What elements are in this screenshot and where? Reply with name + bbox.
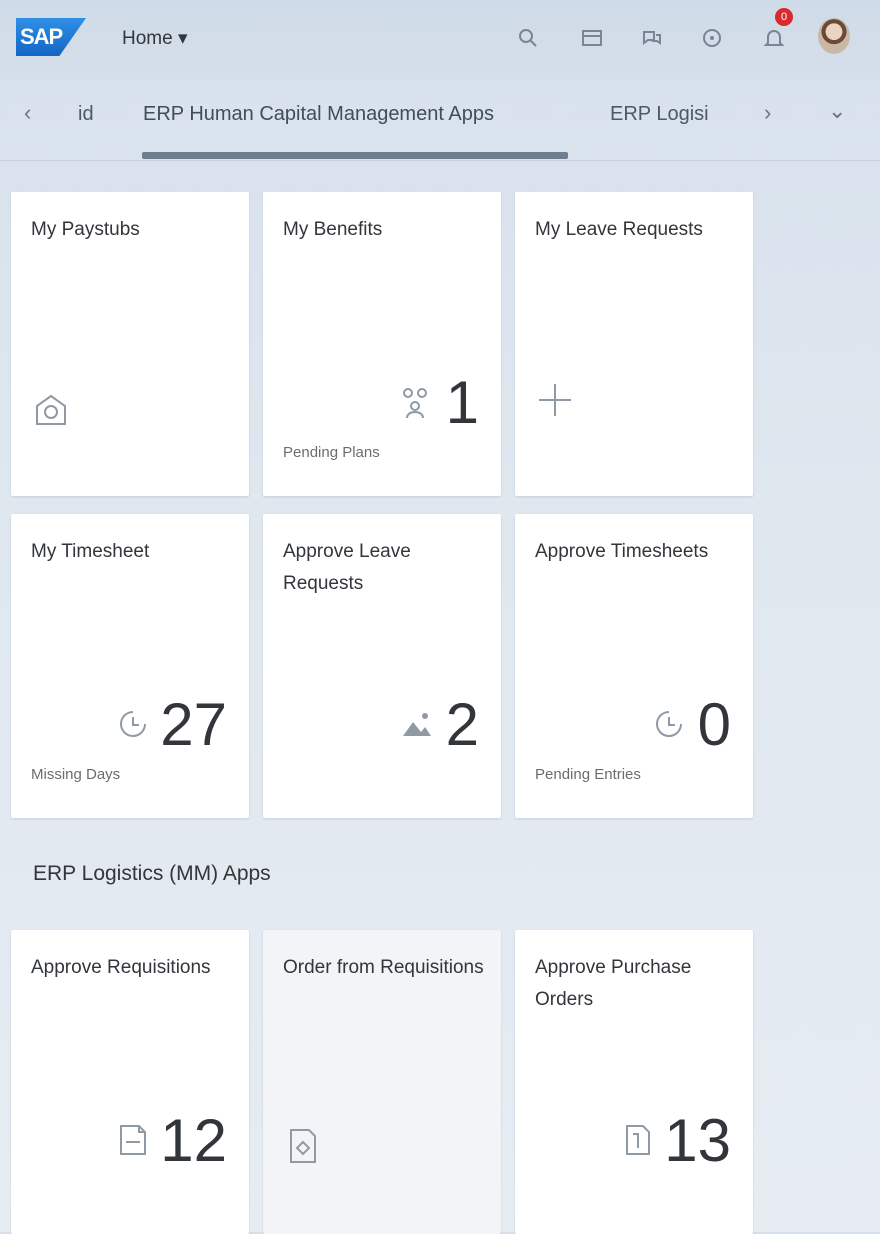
tile-footer: Pending Plans [283, 444, 380, 461]
purchase-order-icon [619, 1122, 655, 1158]
tab-scroll-left-icon[interactable]: ‹ [24, 100, 31, 126]
tab-scroll-right-icon[interactable]: › [764, 100, 771, 126]
requisition-icon [115, 1122, 151, 1158]
tasks-icon[interactable] [580, 26, 604, 50]
me-area-icon[interactable] [640, 26, 664, 50]
tab-erp-hcm-apps[interactable]: ERP Human Capital Management Apps [143, 103, 494, 126]
group-title-erp-logistics: ERP Logistics (MM) Apps [33, 862, 271, 885]
tab-divider [0, 160, 880, 161]
timesheet-icon [651, 706, 687, 742]
user-avatar[interactable] [818, 18, 850, 54]
shell-bar: SAP Home ▾ 0 [0, 0, 880, 80]
tile-kpi-value: 1 [445, 369, 479, 436]
tile-title: Approve Purchase Orders [535, 957, 692, 1010]
benefits-icon [397, 384, 433, 420]
help-icon[interactable] [700, 26, 724, 50]
tile-approve-leave-requests[interactable]: Approve Leave Requests 2 [263, 514, 501, 818]
tile-kpi-value: 27 [160, 691, 227, 758]
timesheet-icon [115, 706, 151, 742]
tile-kpi-value: 0 [697, 691, 731, 758]
home-menu[interactable]: Home ▾ [122, 27, 188, 50]
tab-erp-logistics[interactable]: ERP Logisi [610, 103, 709, 126]
tile-my-leave-requests[interactable]: My Leave Requests [515, 192, 753, 496]
tile-my-paystubs[interactable]: My Paystubs [11, 192, 249, 496]
tile-footer: Pending Entries [535, 766, 641, 783]
notifications-bell-icon[interactable] [762, 26, 786, 50]
tile-my-timesheet[interactable]: My Timesheet 27 Missing Days [11, 514, 249, 818]
tile-title: Approve Timesheets [535, 541, 709, 562]
tile-title: Approve Leave Requests [283, 541, 411, 594]
tile-kpi-value: 13 [664, 1107, 731, 1174]
tile-my-benefits[interactable]: My Benefits 1 Pending Plans [263, 192, 501, 496]
tab-overflow-icon[interactable]: ⌄ [828, 98, 846, 124]
tile-title: Order from Requisitions [283, 957, 484, 978]
tab-previous-group[interactable]: id [78, 103, 94, 126]
tile-title: My Benefits [283, 219, 383, 240]
order-icon [283, 1126, 323, 1166]
search-icon[interactable] [516, 26, 540, 50]
tile-approve-purchase-orders[interactable]: Approve Purchase Orders 13 [515, 930, 753, 1234]
paystub-icon [31, 390, 71, 430]
tile-title: My Leave Requests [535, 219, 703, 240]
tile-kpi-value: 12 [160, 1107, 227, 1174]
tile-title: My Paystubs [31, 219, 140, 240]
tile-approve-requisitions[interactable]: Approve Requisitions 12 [11, 930, 249, 1234]
tile-title: My Timesheet [31, 541, 150, 562]
notification-badge[interactable]: 0 [775, 8, 793, 26]
tile-footer: Missing Days [31, 766, 121, 783]
add-icon [535, 380, 575, 420]
tile-approve-timesheets[interactable]: Approve Timesheets 0 Pending Entries [515, 514, 753, 818]
tile-order-from-requisitions[interactable]: Order from Requisitions [263, 930, 501, 1234]
tile-title: Approve Requisitions [31, 957, 211, 978]
leave-icon [399, 706, 435, 742]
tile-kpi-value: 2 [445, 691, 479, 758]
sap-logo[interactable]: SAP [16, 18, 86, 56]
active-tab-indicator [142, 152, 568, 159]
